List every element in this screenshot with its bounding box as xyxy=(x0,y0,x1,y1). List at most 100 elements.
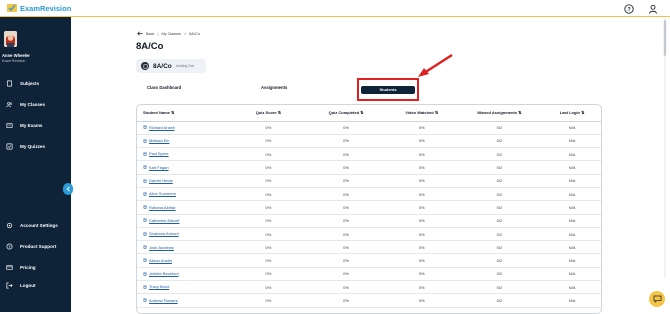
student-name[interactable]: Juliette Beckford xyxy=(149,271,179,276)
cell-last-login: N/A xyxy=(543,187,601,202)
sidebar-item-product-support[interactable]: ? Product Support xyxy=(6,243,56,250)
help-icon: ? xyxy=(6,243,13,250)
cell-quiz-score: 0% xyxy=(232,293,305,308)
cell-missed-assignments: 0/2 xyxy=(455,187,544,202)
cell-quiz-score: 0% xyxy=(232,280,305,295)
cell-last-login: N/A xyxy=(543,293,601,308)
cell-quiz-completed: 0% xyxy=(304,253,388,268)
cell-last-login: N/A xyxy=(543,267,601,282)
student-name[interactable]: Karl Fagan xyxy=(149,165,169,170)
student-name[interactable]: Shabana Amrani xyxy=(149,231,179,236)
person-icon xyxy=(143,284,147,289)
cell-missed-assignments: 0/2 xyxy=(455,200,544,215)
exam-icon xyxy=(6,122,13,129)
avatar[interactable] xyxy=(4,31,17,47)
cell-student-name: Catherine Allcroft xyxy=(137,214,233,228)
breadcrumb-separator: > xyxy=(184,31,187,36)
sidebar-item-label: Pricing xyxy=(20,265,36,270)
col-missed-assignments[interactable]: Missed Assignments ⇅ xyxy=(455,105,544,122)
tab-students[interactable]: Students xyxy=(361,85,415,94)
student-link[interactable]: Alison Austin xyxy=(143,258,172,263)
chat-button[interactable] xyxy=(649,291,665,307)
tab-assignments[interactable]: Assignments xyxy=(261,85,287,90)
cell-student-name: Alison Austin xyxy=(137,253,233,268)
student-name[interactable]: Josh Andrews xyxy=(149,245,174,250)
student-name[interactable]: Rahana Akhtar xyxy=(149,205,175,210)
back-link[interactable]: Back xyxy=(146,32,154,36)
col-quiz-completed[interactable]: Quiz Completed ⇅ xyxy=(304,105,388,122)
cell-student-name: Juliette Beckford xyxy=(137,267,233,282)
student-name[interactable]: Catherine Allcroft xyxy=(149,218,179,223)
student-link[interactable]: Alice Summers xyxy=(143,191,176,196)
student-link[interactable]: Karl Fagan xyxy=(143,165,169,170)
sidebar-item-my-quizzes[interactable]: My Quizzes xyxy=(6,143,45,150)
student-name[interactable]: Melissa Ein xyxy=(149,138,169,143)
class-chip: 8A/Co Leading Cert xyxy=(136,59,206,73)
student-link[interactable]: Tracy Bond xyxy=(143,284,169,289)
cell-video-watched: 0% xyxy=(387,214,456,228)
cell-video-watched: 0% xyxy=(387,227,456,242)
tab-class-dashboard[interactable]: Class Dashboard xyxy=(147,85,181,90)
col-quiz-score[interactable]: Quiz Score ⇅ xyxy=(232,105,305,122)
student-link[interactable]: Paul Byrne xyxy=(143,151,169,156)
table-row: Josh Andrews 0% 0% 0% 0/2 N/A xyxy=(137,240,601,255)
sidebar-item-my-classes[interactable]: My Classes xyxy=(6,101,45,108)
student-name[interactable]: Andrew Flowers xyxy=(149,298,178,303)
page-scrollbar[interactable] xyxy=(663,18,667,278)
arrow-left-icon[interactable] xyxy=(137,31,143,36)
cell-quiz-score: 0% xyxy=(232,200,305,215)
breadcrumb-my-classes[interactable]: My Classes xyxy=(161,32,181,36)
student-name[interactable]: Paul Byrne xyxy=(149,151,169,156)
student-name[interactable]: Alice Summers xyxy=(149,191,176,196)
person-icon xyxy=(143,191,147,196)
main-content: Back | My Classes > 8A/Co 8A/Co 8A/Co Le… xyxy=(71,18,670,314)
person-icon xyxy=(143,165,147,170)
cell-quiz-completed: 0% xyxy=(304,174,388,188)
page-title: 8A/Co xyxy=(136,41,164,52)
cell-last-login: N/A xyxy=(543,200,601,215)
sidebar-item-my-exams[interactable]: My Exams xyxy=(6,122,42,129)
sidebar-item-subjects[interactable]: Subjects xyxy=(6,80,39,87)
sidebar-item-label: My Exams xyxy=(20,123,43,128)
student-link[interactable]: Catherine Allcroft xyxy=(143,218,179,223)
student-link[interactable]: Richard Ansell xyxy=(143,125,175,130)
student-link[interactable]: Josh Andrews xyxy=(143,245,174,250)
sidebar-item-label: Subjects xyxy=(20,81,40,86)
student-name[interactable]: Tracy Bond xyxy=(149,284,169,289)
app-logo[interactable]: ExamRevision xyxy=(6,2,71,14)
cell-quiz-score: 0% xyxy=(232,174,305,188)
student-link[interactable]: Rahana Akhtar xyxy=(143,205,175,210)
cell-quiz-score: 0% xyxy=(232,147,305,162)
cell-video-watched: 0% xyxy=(387,187,456,202)
col-last-login[interactable]: Last Login ⇅ xyxy=(543,105,601,122)
cell-video-watched: 0% xyxy=(387,147,456,162)
cell-quiz-completed: 0% xyxy=(304,214,388,228)
cell-quiz-completed: 0% xyxy=(304,293,388,308)
student-link[interactable]: Andrew Flowers xyxy=(143,298,178,303)
student-name[interactable]: Darren Hinde xyxy=(149,178,173,183)
cell-last-login: N/A xyxy=(543,147,601,162)
table-row: Shabana Amrani 0% 0% 0% 0/2 N/A xyxy=(137,227,601,242)
sidebar-item-pricing[interactable]: Pricing xyxy=(6,264,36,271)
col-student-name[interactable]: Student Name ⇅ xyxy=(137,105,233,122)
cell-last-login: N/A xyxy=(543,121,601,135)
student-name[interactable]: Alison Austin xyxy=(149,258,172,263)
table-header-row: Student Name ⇅ Quiz Score ⇅ Quiz Complet… xyxy=(137,105,601,122)
table-row: Darren Hinde 0% 0% 0% 0/2 N/A xyxy=(137,174,601,188)
student-name[interactable]: Richard Ansell xyxy=(149,125,175,130)
student-link[interactable]: Shabana Amrani xyxy=(143,231,179,236)
student-link[interactable]: Darren Hinde xyxy=(143,178,173,183)
cell-student-name: Paul Byrne xyxy=(137,147,233,162)
sidebar-item-account-settings[interactable]: Account Settings xyxy=(6,222,58,229)
profile-icon[interactable] xyxy=(647,3,658,14)
student-link[interactable]: Melissa Ein xyxy=(143,138,169,143)
person-icon xyxy=(143,245,147,250)
table-row: Juliette Beckford 0% 0% 0% 0/2 N/A xyxy=(137,267,601,282)
cell-quiz-score: 0% xyxy=(232,253,305,268)
cell-quiz-completed: 0% xyxy=(304,134,388,149)
col-video-watched[interactable]: Video Watched ⇅ xyxy=(387,105,456,122)
cell-last-login: N/A xyxy=(543,174,601,188)
help-icon[interactable]: ? xyxy=(623,3,634,14)
student-link[interactable]: Juliette Beckford xyxy=(143,271,179,276)
sidebar-item-logout[interactable]: Logout xyxy=(6,282,36,289)
